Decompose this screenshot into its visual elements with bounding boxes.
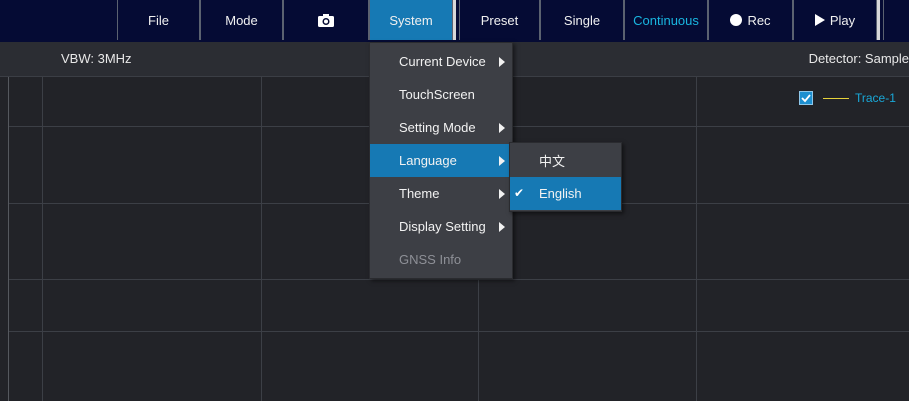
trace-legend: Trace-1: [799, 91, 896, 105]
language-option-english[interactable]: ✔ English: [510, 177, 621, 210]
continuous-button[interactable]: Continuous: [624, 0, 708, 40]
language-option-chinese[interactable]: 中文: [510, 144, 621, 177]
menu-item-gnss-info: GNSS Info: [370, 243, 512, 276]
play-button[interactable]: Play: [793, 0, 877, 40]
menu-item-touchscreen[interactable]: TouchScreen: [370, 78, 512, 111]
menu-item-language[interactable]: Language: [370, 144, 512, 177]
system-menu: Current Device TouchScreen Setting Mode …: [369, 42, 513, 279]
submenu-arrow-icon: [499, 57, 505, 67]
screenshot-button[interactable]: [283, 0, 369, 40]
checkmark-icon: ✔: [514, 186, 525, 200]
menu-item-label: Language: [399, 153, 457, 168]
menu-item-label: Current Device: [399, 54, 486, 69]
toolbar-separator: [877, 0, 880, 40]
rec-label: Rec: [747, 12, 771, 28]
mode-button[interactable]: Mode: [200, 0, 283, 40]
file-label: File: [148, 12, 169, 28]
mode-label: Mode: [225, 12, 258, 28]
toolbar-separator: [453, 0, 456, 40]
grid-line: [9, 279, 909, 280]
submenu-arrow-icon: [499, 222, 505, 232]
continuous-label: Continuous: [633, 12, 699, 28]
menu-item-display-setting[interactable]: Display Setting: [370, 210, 512, 243]
detector-readout: Detector: Sample: [808, 51, 909, 66]
menu-item-label: Theme: [399, 186, 440, 201]
play-icon: [814, 14, 825, 26]
menu-item-label: GNSS Info: [399, 252, 462, 267]
top-toolbar: File Mode System Preset Single Continuou…: [0, 0, 909, 42]
menu-item-label: Display Setting: [399, 219, 486, 234]
play-label: Play: [829, 12, 856, 28]
system-button[interactable]: System: [369, 0, 453, 40]
menu-item-theme[interactable]: Theme: [370, 177, 512, 210]
trace-checkbox[interactable]: [799, 91, 813, 105]
menu-item-current-device[interactable]: Current Device: [370, 45, 512, 78]
rec-button[interactable]: Rec: [708, 0, 793, 40]
check-icon: [801, 94, 811, 103]
language-option-label: English: [539, 186, 582, 201]
menu-item-label: TouchScreen: [399, 87, 475, 102]
preset-label: Preset: [480, 12, 519, 28]
file-button[interactable]: File: [117, 0, 200, 40]
single-label: Single: [563, 12, 601, 28]
menu-item-setting-mode[interactable]: Setting Mode: [370, 111, 512, 144]
system-label: System: [389, 12, 433, 28]
language-submenu: 中文 ✔ English: [509, 142, 622, 212]
menu-item-label: Setting Mode: [399, 120, 476, 135]
record-icon: [730, 14, 743, 26]
submenu-arrow-icon: [499, 156, 505, 166]
trace-color-swatch: [823, 97, 849, 99]
grid-line: [9, 331, 909, 332]
submenu-arrow-icon: [499, 123, 505, 133]
submenu-arrow-icon: [499, 189, 505, 199]
camera-icon: [318, 13, 334, 27]
vbw-readout: VBW: 3MHz: [61, 51, 132, 66]
language-option-label: 中文: [539, 154, 566, 169]
preset-button[interactable]: Preset: [459, 0, 540, 40]
more-toolbar-button[interactable]: [883, 0, 909, 40]
single-button[interactable]: Single: [540, 0, 624, 40]
trace-label: Trace-1: [855, 91, 896, 105]
